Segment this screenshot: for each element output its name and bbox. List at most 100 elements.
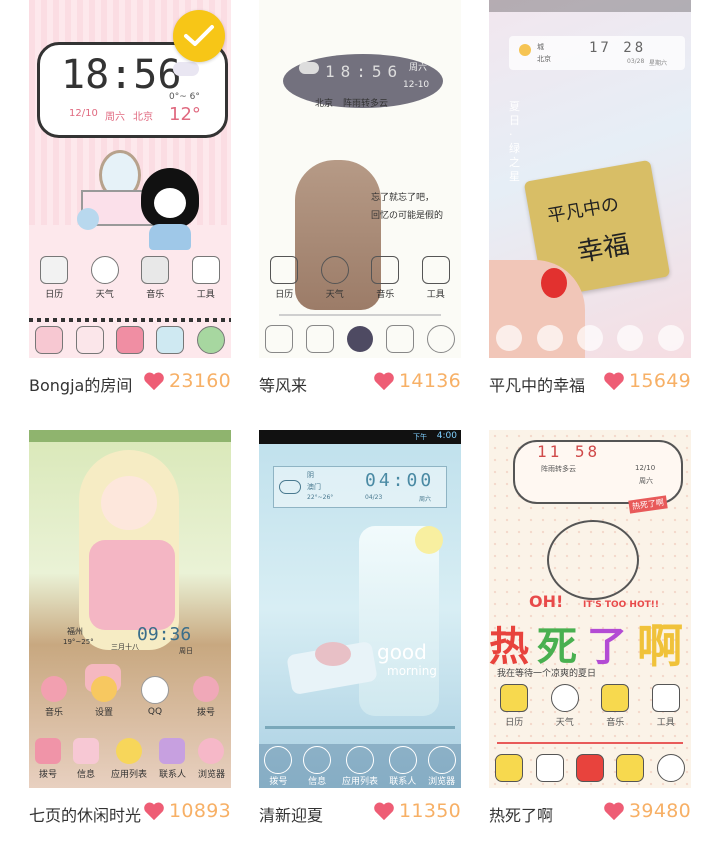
app-calendar[interactable]: 日历 [40,256,69,300]
app-settings[interactable]: 设置 [91,676,117,718]
theme-title[interactable]: 等风来 [259,372,307,396]
dock-browser[interactable]: 浏览器 [427,745,456,787]
heart-phone-icon[interactable] [496,325,523,351]
widget-sub: 北京 [537,55,551,63]
heart-app-icon[interactable] [576,325,603,351]
status-bar [489,0,691,12]
phone-icon[interactable] [265,325,294,353]
app-tools[interactable]: 工具 [651,684,680,728]
heart-contacts-icon[interactable] [617,325,644,351]
app-dialer[interactable]: 拨号 [193,676,219,718]
message-icon[interactable] [306,325,335,353]
message-icon[interactable] [75,326,104,354]
ladybug-nail [541,268,567,298]
like-counter[interactable]: 15649 [603,370,691,392]
status-time: 4:00 [436,431,457,441]
app-calendar[interactable]: 日历 [500,684,529,728]
theme-preview[interactable]: 18:56 周六 12-10 北京 阵雨转多云 忘了就忘了吧， 回忆の可能是假的… [259,0,461,358]
like-counter[interactable]: 10893 [143,800,231,822]
heart-icon[interactable] [143,371,165,391]
dock-dialer[interactable]: 拨号 [34,738,61,780]
drink-cup [359,526,439,716]
big-char-2: 死 [537,624,577,670]
app-weather[interactable]: 天气 [320,256,349,300]
like-counter[interactable]: 11350 [373,800,461,822]
like-counter[interactable]: 39480 [603,800,691,822]
heart-icon[interactable] [143,801,165,821]
balloon-icon [77,208,99,230]
dock-app-list[interactable]: 应用列表 [111,738,147,780]
globe-icon[interactable] [426,325,455,353]
app-tools[interactable]: 工具 [421,256,450,300]
like-counter[interactable]: 23160 [143,370,231,392]
dock-app-list[interactable]: 应用列表 [342,745,378,787]
clock-time: 17 28 [589,40,647,56]
heart-icon[interactable] [603,371,625,391]
dock-contacts[interactable]: 联系人 [388,745,417,787]
app-music[interactable]: 音乐 [141,256,170,300]
heart-icon[interactable] [373,801,395,821]
theme-preview[interactable]: 11 58 阵雨转多云 12/10 周六 热死了啊 OH! IT'S TOO H… [489,430,691,788]
status-bar [29,430,231,442]
browser-icon[interactable] [656,754,685,782]
flower-icon[interactable] [346,326,373,352]
clock-city: 福州 [67,627,83,636]
message-icon[interactable] [535,754,564,782]
theme-preview[interactable]: 城 北京 17 28 03/28 星期六 夏日·绿之星 平凡中の 幸福 [489,0,691,358]
clock-time: 18:56 [325,62,404,81]
theme-title[interactable]: 七页的休闲时光 [29,802,141,826]
contacts-icon[interactable] [156,326,185,354]
theme-preview[interactable]: 18:56 12/10 周六 北京 0°~ 6° 12° 日历 天气 音乐 工具 [29,0,231,358]
hot-icon[interactable] [575,754,604,782]
clock-weather: 阵雨转多云 [343,99,389,109]
theme-preview[interactable]: 福州 19°~25° 三月十八 09:36 周日 音乐 设置 QQ 拨号 拨号 … [29,430,231,788]
app-weather[interactable]: 天气 [550,684,579,728]
heart-icon[interactable] [603,801,625,821]
contacts-icon[interactable] [616,754,645,782]
phone-icon[interactable] [35,326,64,354]
app-music[interactable]: 音乐 [371,256,400,300]
dock-messages[interactable]: 信息 [303,745,332,787]
theme-title[interactable]: 热死了啊 [489,802,553,826]
clock-weather: 阵雨转多云 [541,465,576,473]
app-music[interactable]: 音乐 [41,676,67,718]
clock-range: 0°~ 6° [169,92,200,102]
clock-date: 12/10 [635,464,656,472]
app-weather[interactable]: 天气 [90,256,119,300]
app-tools[interactable]: 工具 [191,256,220,300]
banner-oh: OH! [529,592,564,611]
dock-contacts[interactable]: 联系人 [159,738,186,780]
dock-browser[interactable]: 浏览器 [198,738,225,780]
face-drawing [547,520,639,600]
girl-face [154,188,186,218]
heart-icon[interactable] [373,371,395,391]
heart-browser-icon[interactable] [657,325,684,351]
globe-icon[interactable] [196,326,225,354]
bow-icon[interactable] [115,326,144,354]
theme-title[interactable]: 平凡中的幸福 [489,372,585,396]
clock-weekday-day: 周六 [419,496,432,503]
macaron-icon [315,642,351,666]
heart-message-icon[interactable] [536,325,563,351]
status-bar: 下午 4:00 [259,430,461,444]
app-calendar[interactable]: 日历 [270,256,299,300]
phone-icon[interactable] [495,754,524,782]
big-char-4: 啊 [637,619,683,673]
theme-title[interactable]: Bongja的房间 [29,372,132,396]
dock-dialer[interactable]: 拨号 [264,745,293,787]
side-text: 夏日·绿之星 [509,100,520,183]
contacts-icon[interactable] [385,325,414,353]
clock-range: 19°~25° [63,638,94,646]
clock-weekday: 星期六 [649,60,668,67]
selected-check-icon [173,10,225,62]
theme-title[interactable]: 清新迎夏 [259,802,323,826]
app-qq[interactable]: QQ [141,676,169,718]
banner-en: IT'S TOO HOT!! [583,600,659,610]
dock-messages[interactable]: 信息 [72,738,99,780]
girl-dress [89,540,175,630]
cup-text-morning: morning [387,664,437,678]
theme-preview[interactable]: 下午 4:00 阴 澳门 22°~26° 04:00 04/23 周六 good… [259,430,461,788]
like-counter[interactable]: 14136 [373,370,461,392]
app-music[interactable]: 音乐 [601,684,630,728]
clock-city: 北京 [133,112,153,123]
